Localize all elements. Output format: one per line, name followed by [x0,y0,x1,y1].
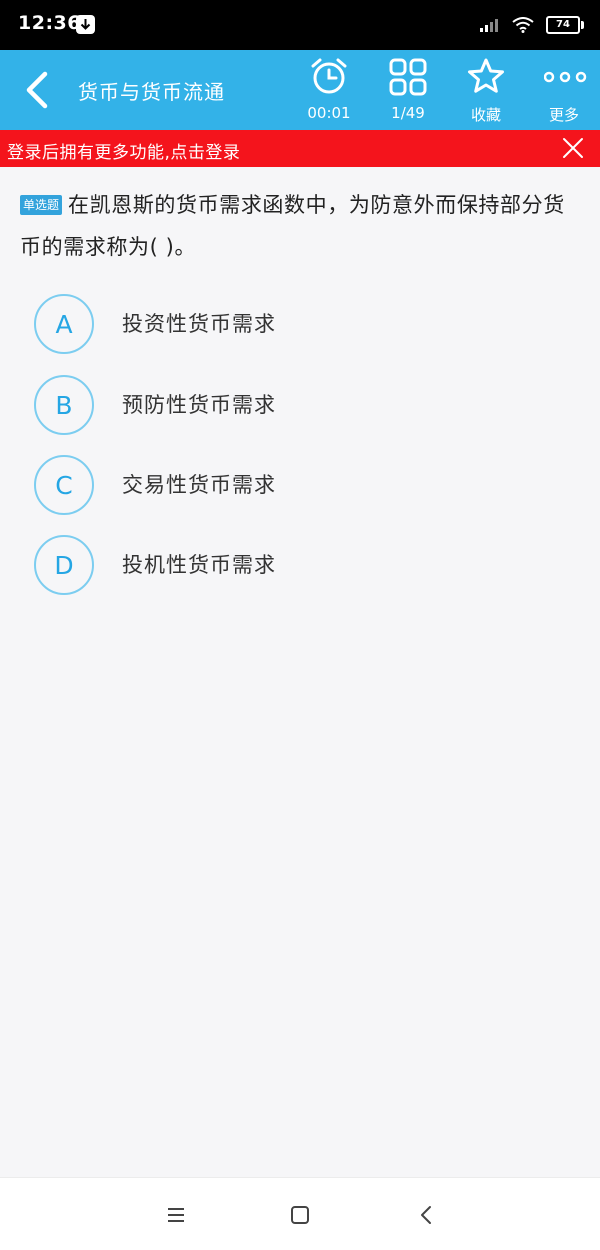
question-type-badge: 单选题 [20,195,63,215]
back-button[interactable] [18,68,58,112]
more-dots-icon [544,71,587,83]
option-text: 投机性货币需求 [122,553,276,577]
login-banner-text[interactable]: 登录后拥有更多功能,点击登录 [7,138,240,163]
menu-icon [168,1208,184,1222]
banner-close-button[interactable] [560,135,586,161]
option-letter-circle: C [34,455,94,515]
battery-icon: 74 [546,16,584,34]
back-arrow-icon [26,71,48,109]
option-text: 投资性货币需求 [122,312,276,336]
close-icon [563,138,583,158]
wifi-icon [512,17,534,33]
home-button[interactable] [287,1202,313,1228]
question-text: 在凯恩斯的货币需求函数中，为防意外而保持部分货币的需求称为( )。 [20,193,565,259]
progress-label: 1/49 [391,104,425,122]
grid-icon [389,58,427,96]
signal-icon [480,19,498,32]
option-letter-circle: B [34,375,94,435]
timer-label: 00:01 [307,104,351,122]
question-text-block: 单选题 在凯恩斯的货币需求函数中，为防意外而保持部分货币的需求称为( )。 [20,184,585,268]
option-b[interactable]: B 预防性货币需求 [34,375,454,437]
option-letter-circle: A [34,294,94,354]
login-banner[interactable]: 登录后拥有更多功能,点击登录 [0,130,600,167]
status-bar: 12:36 74 [0,0,600,50]
alarm-clock-icon [311,58,347,94]
question-grid-button[interactable]: 1/49 [369,50,447,130]
app-bar: 货币与货币流通 00:01 1/49 收藏 更多 [0,50,600,130]
favorite-button[interactable]: 收藏 [447,50,525,130]
option-c[interactable]: C 交易性货币需求 [34,455,454,517]
nav-back-icon [421,1206,431,1224]
nav-back-button[interactable] [414,1202,440,1228]
menu-button[interactable] [163,1202,189,1228]
favorite-label: 收藏 [470,106,501,124]
option-text: 交易性货币需求 [122,473,276,497]
download-icon [76,15,95,34]
status-time: 12:36 [18,12,81,34]
option-text: 预防性货币需求 [122,393,276,417]
option-a[interactable]: A 投资性货币需求 [34,294,454,356]
more-label: 更多 [548,106,579,124]
more-button[interactable]: 更多 [525,50,600,130]
option-d[interactable]: D 投机性货币需求 [34,535,454,597]
system-nav-bar [0,1177,600,1250]
page-title: 货币与货币流通 [78,80,225,104]
option-letter-circle: D [34,535,94,595]
star-icon [468,58,504,93]
status-icons: 74 [480,14,584,36]
home-square-icon [291,1206,309,1224]
battery-level: 74 [556,19,570,30]
timer-button[interactable]: 00:01 [290,50,368,130]
